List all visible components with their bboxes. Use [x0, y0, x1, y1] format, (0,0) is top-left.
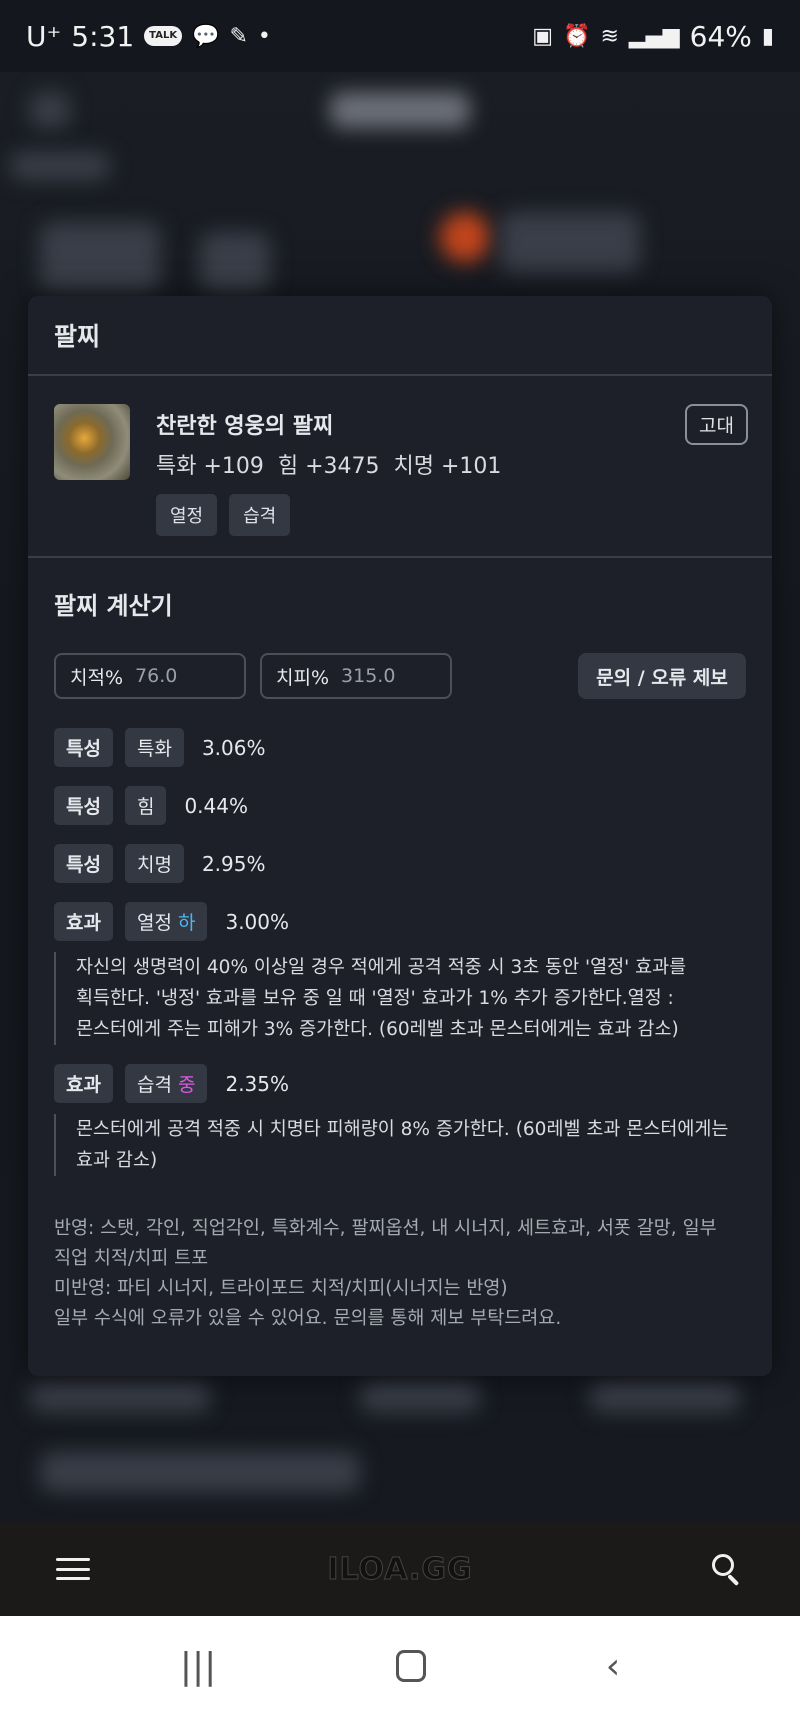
report-button[interactable]: 문의 / 오류 제보	[578, 653, 746, 699]
home-icon[interactable]	[395, 1650, 426, 1682]
crit-rate-value: 76.0	[135, 665, 178, 687]
effect-row-raid: 효과 습격 중 2.35%	[54, 1064, 289, 1103]
bracelet-modal: 팔찌 찬란한 영웅의 팔찌 특화 +109 힘 +3475 치명 +101 열정…	[28, 296, 772, 1376]
tag-raid: 습격	[229, 494, 291, 536]
effect-description: 몬스터에게 공격 적중 시 치명타 피해량이 8% 증가한다. (60레벨 초과…	[54, 1114, 754, 1176]
item-stats: 특화 +109 힘 +3475 치명 +101	[156, 454, 502, 479]
stat-row-specialization: 특성 특화 3.06%	[54, 728, 265, 767]
row-value: 2.95%	[201, 851, 266, 876]
system-navigation: ||| ‹	[0, 1616, 800, 1716]
crit-damage-input[interactable]: 치피% 315.0	[260, 653, 452, 699]
effect-level: 중	[177, 1074, 196, 1096]
row-value: 2.35%	[225, 1071, 290, 1096]
item-name: 찬란한 영웅의 팔찌	[156, 414, 334, 439]
effect-row-passion: 효과 열정 하 3.00%	[54, 902, 289, 941]
row-kind: 효과	[54, 1064, 113, 1103]
tag-passion: 열정	[156, 494, 218, 536]
menu-icon[interactable]	[56, 1558, 90, 1580]
calculator-notes: 반영: 스탯, 각인, 직업각인, 특화계수, 팔찌옵션, 내 시너지, 세트효…	[54, 1218, 717, 1329]
row-value: 3.06%	[201, 735, 266, 760]
effect-level: 하	[177, 912, 196, 934]
row-kind: 효과	[54, 902, 113, 941]
row-name: 힘	[124, 786, 167, 825]
row-value: 3.00%	[225, 909, 290, 934]
row-name: 열정 하	[124, 902, 208, 941]
recent-apps-icon[interactable]: |||	[180, 1646, 216, 1687]
battery-saver-icon: ▣	[532, 23, 554, 49]
alarm-icon: ⏰	[563, 23, 591, 49]
kakaotalk-icon: TALK	[144, 26, 183, 46]
back-icon[interactable]: ‹	[606, 1646, 620, 1687]
row-name: 특화	[124, 728, 184, 767]
brand-logo[interactable]: ILOA.GG	[327, 1551, 472, 1587]
carrier-label: U⁺	[26, 19, 62, 53]
crit-rate-label: 치적%	[70, 666, 124, 689]
effect-description: 자신의 생명력이 40% 이상일 경우 적에게 공격 적중 시 3초 동안 '열…	[54, 952, 754, 1045]
edit-icon: ✎	[229, 23, 248, 49]
status-bar: U⁺ 5:31 TALK 💬 ✎ • ▣ ⏰ ≋ ▂▄▆ 64% ▮	[0, 0, 800, 72]
grade-badge: 고대	[685, 404, 748, 445]
signal-icon: ▂▄▆	[628, 23, 680, 49]
row-value: 0.44%	[184, 793, 248, 818]
item-tags: 열정 습격	[156, 494, 291, 536]
calculator-title: 팔찌 계산기	[54, 592, 173, 620]
bracelet-icon	[54, 404, 130, 480]
message-icon: 💬	[192, 23, 220, 49]
item-card: 찬란한 영웅의 팔찌 특화 +109 힘 +3475 치명 +101 열정 습격…	[28, 376, 772, 558]
crit-rate-input[interactable]: 치적% 76.0	[54, 653, 246, 699]
row-kind: 특성	[54, 728, 113, 767]
wifi-icon: ≋	[600, 23, 619, 49]
row-kind: 특성	[54, 844, 113, 883]
stat-row-strength: 특성 힘 0.44%	[54, 786, 248, 825]
dot-icon: •	[257, 23, 271, 49]
modal-title: 팔찌	[28, 296, 772, 376]
row-name: 습격 중	[124, 1064, 208, 1103]
row-kind: 특성	[54, 786, 113, 825]
bottom-app-bar: ILOA.GG	[0, 1522, 800, 1616]
clock: 5:31	[71, 19, 135, 53]
crit-damage-value: 315.0	[341, 665, 396, 687]
search-icon[interactable]	[710, 1552, 744, 1587]
stat-row-crit: 특성 치명 2.95%	[54, 844, 265, 883]
battery-percent: 64%	[689, 19, 752, 53]
row-name: 치명	[124, 844, 184, 883]
crit-damage-label: 치피%	[276, 666, 330, 689]
battery-icon: ▮	[761, 23, 774, 49]
